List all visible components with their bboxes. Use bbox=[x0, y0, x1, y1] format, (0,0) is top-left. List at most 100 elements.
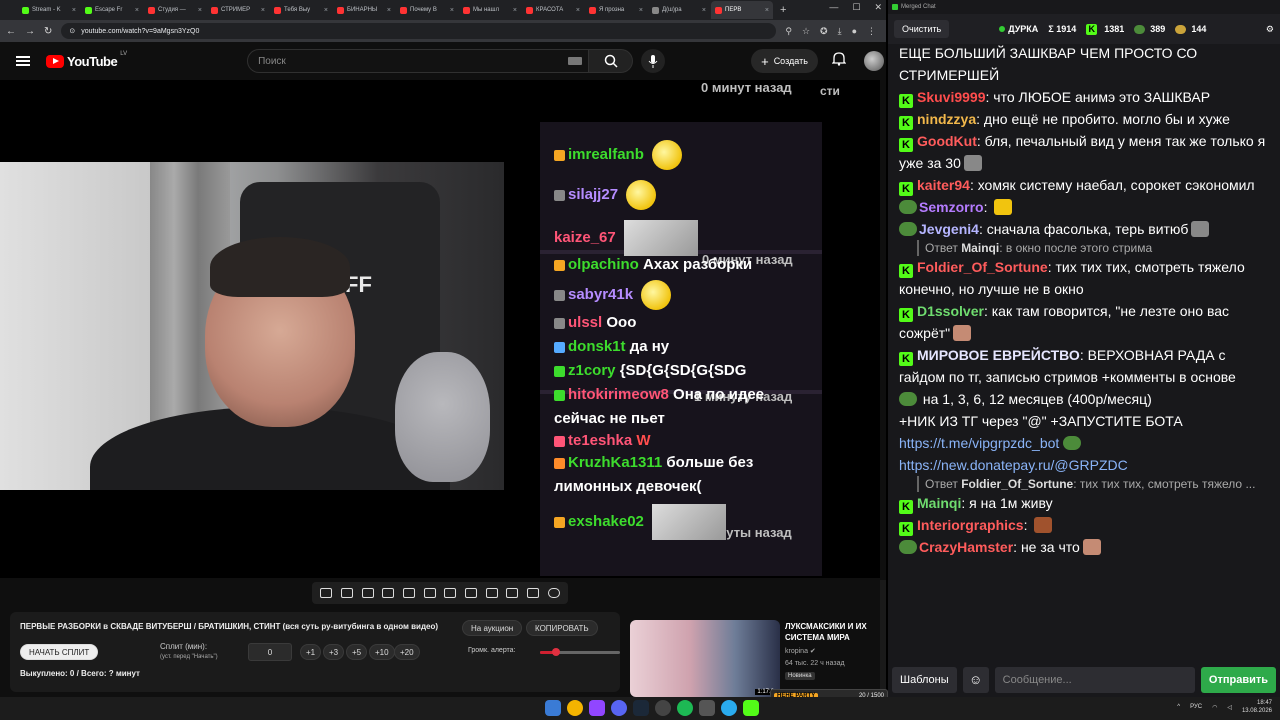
browser-tab[interactable]: БИНАРНЫ × bbox=[333, 1, 395, 19]
browser-tab[interactable]: ПЕРВ × bbox=[711, 1, 773, 19]
browser-tab[interactable]: Я прозна × bbox=[585, 1, 647, 19]
tab-close-icon[interactable]: × bbox=[576, 7, 580, 14]
speed-icon[interactable] bbox=[444, 588, 457, 598]
menu-hamburger-icon[interactable] bbox=[16, 54, 30, 68]
increment-button[interactable]: +10 bbox=[369, 644, 395, 660]
tab-close-icon[interactable]: × bbox=[324, 7, 328, 14]
chat-username[interactable]: МИРОВОЕ ЕВРЕЙСТВО bbox=[917, 347, 1080, 363]
browser-tab[interactable]: Тебя Выу × bbox=[270, 1, 332, 19]
extension-icon[interactable]: ✪ bbox=[820, 26, 828, 37]
recommended-title[interactable]: ЛУКСМАКСИКИ И ИХ СИСТЕМА МИРА bbox=[785, 621, 880, 643]
clip-icon[interactable] bbox=[382, 588, 395, 598]
clock[interactable]: 18:47 13.08.2026 bbox=[1242, 699, 1272, 715]
tab-close-icon[interactable]: × bbox=[513, 7, 517, 14]
start-icon[interactable] bbox=[545, 700, 561, 716]
search-input[interactable]: Поиск bbox=[247, 49, 590, 73]
keyboard-icon[interactable] bbox=[568, 57, 583, 65]
increment-button[interactable]: +20 bbox=[394, 644, 420, 660]
maximize-icon[interactable]: ☐ bbox=[852, 2, 860, 13]
chrome-icon[interactable] bbox=[567, 700, 583, 716]
copy-button[interactable]: КОПИРОВАТЬ bbox=[526, 620, 598, 636]
flask-icon[interactable] bbox=[526, 588, 539, 598]
browser-tab[interactable]: Почему В × bbox=[396, 1, 458, 19]
page-scrollbar-lower[interactable] bbox=[880, 580, 886, 697]
emoji-button[interactable]: ☺ bbox=[962, 666, 989, 693]
tab-close-icon[interactable]: × bbox=[387, 7, 391, 14]
chat-username[interactable]: Foldier_Of_Sortune bbox=[917, 259, 1048, 275]
browser-tab[interactable]: Мы нашл × bbox=[459, 1, 521, 19]
donate-link[interactable]: https://new.donatepay.ru/@GRPZDC bbox=[899, 457, 1128, 473]
browser-tab[interactable]: Escape Fr × bbox=[81, 1, 143, 19]
increment-button[interactable]: +1 bbox=[300, 644, 322, 660]
chat-username[interactable]: kaiter94 bbox=[917, 177, 970, 193]
tab-close-icon[interactable]: × bbox=[639, 7, 643, 14]
templates-button[interactable]: Шаблоны bbox=[892, 666, 957, 693]
tab-close-icon[interactable]: × bbox=[261, 7, 265, 14]
profile-icon[interactable]: ● bbox=[852, 26, 857, 37]
increment-button[interactable]: +3 bbox=[323, 644, 345, 660]
tab-close-icon[interactable]: × bbox=[72, 7, 76, 14]
tab-close-icon[interactable]: × bbox=[765, 7, 769, 14]
close-icon[interactable]: ✕ bbox=[874, 2, 882, 13]
recommended-thumbnail[interactable]: 1:17:2 bbox=[630, 620, 780, 697]
back-icon[interactable]: ← bbox=[6, 26, 16, 37]
chat-username[interactable]: Semzorro bbox=[919, 199, 984, 215]
zoom-icon[interactable]: ⚲ bbox=[785, 26, 792, 37]
telegram-link[interactable]: https://t.me/vipgrpzdc_bot bbox=[899, 435, 1059, 451]
chat-username[interactable]: nindzzya bbox=[917, 111, 976, 127]
volume-knob[interactable] bbox=[552, 648, 560, 656]
add-icon[interactable] bbox=[485, 588, 498, 598]
chat-username[interactable]: Interiorgraphics bbox=[917, 517, 1024, 533]
chevron-up-icon[interactable]: ^ bbox=[1177, 704, 1180, 710]
reload-icon[interactable]: ↻ bbox=[44, 26, 52, 37]
tab-close-icon[interactable]: × bbox=[450, 7, 454, 14]
start-split-button[interactable]: НАЧАТЬ СПЛИТ bbox=[20, 644, 99, 660]
create-button[interactable]: + Создать bbox=[751, 49, 818, 73]
alert-volume-slider[interactable] bbox=[540, 648, 620, 656]
chat-username[interactable]: CrazyHamster bbox=[919, 539, 1013, 555]
browser-tab[interactable]: Студия — × bbox=[144, 1, 206, 19]
youtube-logo[interactable]: YouTube LV bbox=[46, 51, 127, 69]
recommended-video[interactable]: 1:17:2 ЛУКСМАКСИКИ И ИХ СИСТЕМА МИРА kro… bbox=[630, 620, 880, 697]
browser-tab[interactable]: Stream - K × bbox=[18, 1, 80, 19]
steam-icon[interactable] bbox=[633, 700, 649, 716]
spotify-icon[interactable] bbox=[677, 700, 693, 716]
browser-tab[interactable]: СТРИМЕР × bbox=[207, 1, 269, 19]
loop-icon[interactable] bbox=[320, 588, 333, 598]
send-button[interactable]: Отправить bbox=[1200, 666, 1276, 693]
app-icon[interactable] bbox=[699, 700, 715, 716]
chat-username[interactable]: D1ssolver bbox=[917, 303, 984, 319]
twitch-icon[interactable] bbox=[589, 700, 605, 716]
broadcast-icon[interactable] bbox=[340, 588, 353, 598]
star-icon[interactable]: ☆ bbox=[802, 26, 810, 37]
minimize-icon[interactable]: — bbox=[829, 2, 838, 13]
theater-icon[interactable] bbox=[423, 588, 436, 598]
volume-icon[interactable]: ◁ bbox=[1227, 704, 1232, 711]
account-avatar[interactable] bbox=[863, 51, 884, 71]
url-field[interactable]: ⊙ youtube.com/watch?v=9aMgsn3YzQ0 bbox=[61, 23, 777, 39]
obs-icon[interactable] bbox=[655, 700, 671, 716]
settings-gear-icon[interactable] bbox=[547, 588, 560, 598]
recommended-channel[interactable]: kropina ✔ bbox=[785, 647, 816, 655]
split-minutes-input[interactable]: 0 bbox=[248, 643, 292, 661]
screenshot-icon[interactable] bbox=[361, 588, 374, 598]
chat-username[interactable]: GoodKut bbox=[917, 133, 977, 149]
chat-username[interactable]: Mainqi bbox=[917, 495, 961, 511]
video-player[interactable]: FF 0 минут назад сти 0 минут назад 1 мин… bbox=[0, 80, 880, 578]
voice-search-button[interactable] bbox=[641, 49, 666, 73]
settings-icon[interactable]: ⚙ bbox=[1266, 24, 1274, 35]
clear-button[interactable]: Очистить bbox=[894, 20, 950, 38]
new-tab-button[interactable]: + bbox=[774, 4, 792, 16]
auction-button[interactable]: На аукцион bbox=[462, 620, 523, 636]
browser-tab[interactable]: КРАСОТА × bbox=[522, 1, 584, 19]
wifi-icon[interactable]: ◠ bbox=[1212, 704, 1217, 711]
tab-close-icon[interactable]: × bbox=[135, 7, 139, 14]
increment-button[interactable]: +5 bbox=[346, 644, 368, 660]
tab-close-icon[interactable]: × bbox=[198, 7, 202, 14]
menu-icon[interactable]: ⋮ bbox=[867, 26, 876, 37]
download-icon[interactable]: ⤓ bbox=[838, 26, 842, 37]
language-indicator[interactable]: РУС bbox=[1190, 704, 1202, 710]
fullscreen-icon[interactable] bbox=[402, 588, 415, 598]
chat-username[interactable]: Jevgeni4 bbox=[919, 221, 979, 237]
download-video-icon[interactable] bbox=[464, 588, 477, 598]
